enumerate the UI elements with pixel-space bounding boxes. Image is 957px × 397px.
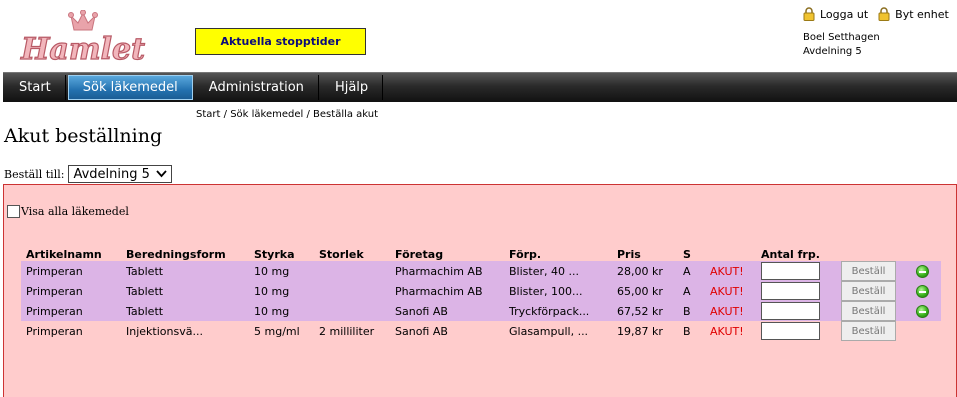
switch-unit-link[interactable]: Byt enhet bbox=[878, 7, 949, 21]
breadcrumb-search-medicine[interactable]: Sök läkemedel bbox=[230, 109, 303, 120]
cell-package: Tryckförpack... bbox=[504, 301, 612, 321]
col-header-quantity: Antal frp. bbox=[761, 248, 820, 261]
cell-price: 67,52 kr bbox=[612, 301, 678, 321]
cell-size bbox=[314, 261, 390, 281]
cell-article: Primperan bbox=[21, 301, 121, 321]
table-row: Primperan Injektionsvä... 5 mg/ml 2 millili… bbox=[21, 321, 941, 341]
order-to-label: Beställ till: bbox=[4, 167, 65, 181]
cell-form: Tablett bbox=[121, 281, 249, 301]
order-button[interactable]: Beställ bbox=[841, 261, 896, 281]
cell-package: Blister, 100... bbox=[504, 281, 612, 301]
cell-form: Tablett bbox=[121, 301, 249, 321]
breadcrumb: Start / Sök läkemedel / Beställa akut bbox=[196, 109, 379, 120]
col-header-package: Förp. bbox=[509, 248, 542, 261]
cell-flag: AKUT! bbox=[705, 261, 756, 281]
stop-times-label: Aktuella stopptider bbox=[220, 35, 341, 48]
nav-item-start[interactable]: Start bbox=[5, 75, 66, 100]
cell-size bbox=[314, 301, 390, 321]
show-all-row: Visa alla läkemedel bbox=[7, 205, 129, 218]
col-header-strength: Styrka bbox=[254, 248, 295, 261]
main-nav: Start Sök läkemedel Administration Hjälp bbox=[3, 72, 957, 102]
col-header-article: Artikelnamn bbox=[26, 248, 102, 261]
cell-s: B bbox=[678, 301, 705, 321]
cell-flag: AKUT! bbox=[705, 281, 756, 301]
switch-unit-label: Byt enhet bbox=[895, 7, 949, 21]
order-to-value: Avdelning 5 bbox=[73, 166, 150, 182]
breadcrumb-start[interactable]: Start bbox=[196, 109, 220, 120]
order-button[interactable]: Beställ bbox=[841, 301, 896, 321]
top-links: Logga ut Byt enhet bbox=[803, 7, 949, 21]
cell-price: 65,00 kr bbox=[612, 281, 678, 301]
cell-price: 28,00 kr bbox=[612, 261, 678, 281]
page-title: Akut beställning bbox=[4, 125, 163, 147]
logo-text: Hamlet bbox=[20, 32, 145, 66]
cell-price: 19,87 kr bbox=[617, 324, 663, 338]
table-body: Primperan Tablett 10 mg Pharmachim AB Bliste… bbox=[21, 261, 941, 341]
col-header-form: Beredningsform bbox=[126, 248, 226, 261]
chevron-down-icon bbox=[156, 170, 167, 178]
cell-article: Primperan bbox=[21, 261, 121, 281]
cell-form: Tablett bbox=[121, 261, 249, 281]
cell-size bbox=[314, 281, 390, 301]
cell-package: Glasampull, ... bbox=[509, 324, 589, 338]
cell-form: Injektionsvä... bbox=[126, 324, 203, 338]
cell-strength: 10 mg bbox=[249, 261, 314, 281]
order-button[interactable]: Beställ bbox=[841, 321, 896, 341]
cell-strength: 10 mg bbox=[249, 281, 314, 301]
cell-flag: AKUT! bbox=[710, 324, 744, 338]
cell-article: Primperan bbox=[21, 281, 121, 301]
cell-s: A bbox=[678, 281, 705, 301]
medicine-table: Artikelnamn Beredningsform Styrka Storle… bbox=[21, 242, 941, 341]
cell-size: 2 milliliter bbox=[319, 324, 375, 338]
cell-s: B bbox=[683, 324, 691, 338]
col-header-size: Storlek bbox=[319, 248, 364, 261]
show-all-label: Visa alla läkemedel bbox=[21, 205, 129, 218]
cell-package: Blister, 40 ... bbox=[504, 261, 612, 281]
user-unit: Avdelning 5 bbox=[803, 46, 862, 57]
col-header-price: Pris bbox=[617, 248, 641, 261]
order-button[interactable]: Beställ bbox=[841, 281, 896, 301]
breadcrumb-current: Beställa akut bbox=[313, 109, 379, 120]
table-header-row: Artikelnamn Beredningsform Styrka Storle… bbox=[21, 242, 941, 261]
cell-company: Sanofi AB bbox=[395, 324, 448, 338]
green-status-icon[interactable] bbox=[916, 264, 929, 278]
table-row: Primperan Tablett 10 mg Sanofi AB Tryckförpa… bbox=[21, 301, 941, 321]
cell-s: A bbox=[678, 261, 705, 281]
logout-link[interactable]: Logga ut bbox=[803, 7, 868, 21]
cell-article: Primperan bbox=[26, 324, 83, 338]
cell-company: Pharmachim AB bbox=[390, 261, 504, 281]
quantity-input[interactable] bbox=[761, 282, 820, 300]
quantity-input[interactable] bbox=[761, 322, 820, 340]
order-to-row: Beställ till: Avdelning 5 bbox=[4, 165, 172, 183]
table-row: Primperan Tablett 10 mg Pharmachim AB Bliste… bbox=[21, 261, 941, 281]
cell-strength: 10 mg bbox=[249, 301, 314, 321]
lock-icon bbox=[803, 7, 815, 21]
col-header-flag bbox=[705, 242, 756, 261]
nav-item-administration[interactable]: Administration bbox=[195, 75, 319, 100]
order-panel: Visa alla läkemedel Artikelnamn Berednin… bbox=[3, 184, 957, 397]
cell-flag: AKUT! bbox=[705, 301, 756, 321]
table-row: Primperan Tablett 10 mg Pharmachim AB Bliste… bbox=[21, 281, 941, 301]
col-header-s: S bbox=[683, 248, 691, 261]
lock-icon bbox=[878, 7, 890, 21]
order-to-select[interactable]: Avdelning 5 bbox=[68, 165, 172, 183]
stop-times-button[interactable]: Aktuella stopptider bbox=[195, 28, 366, 55]
logo-graphic: Hamlet bbox=[19, 9, 146, 68]
logout-label: Logga ut bbox=[820, 7, 869, 21]
col-header-company: Företag bbox=[395, 248, 444, 261]
green-status-icon[interactable] bbox=[916, 284, 929, 298]
hamlet-logo[interactable]: Hamlet bbox=[8, 9, 158, 68]
nav-item-help[interactable]: Hjälp bbox=[321, 75, 384, 100]
green-status-icon[interactable] bbox=[916, 304, 929, 318]
cell-company: Sanofi AB bbox=[390, 301, 504, 321]
nav-item-search-medicine[interactable]: Sök läkemedel bbox=[67, 75, 193, 100]
quantity-input[interactable] bbox=[761, 302, 820, 320]
quantity-input[interactable] bbox=[761, 262, 820, 280]
cell-company: Pharmachim AB bbox=[390, 281, 504, 301]
show-all-checkbox[interactable] bbox=[7, 205, 20, 218]
user-info: Boel Setthagen Avdelning 5 bbox=[803, 31, 880, 59]
user-name: Boel Setthagen bbox=[803, 32, 880, 43]
cell-strength: 5 mg/ml bbox=[254, 324, 300, 338]
